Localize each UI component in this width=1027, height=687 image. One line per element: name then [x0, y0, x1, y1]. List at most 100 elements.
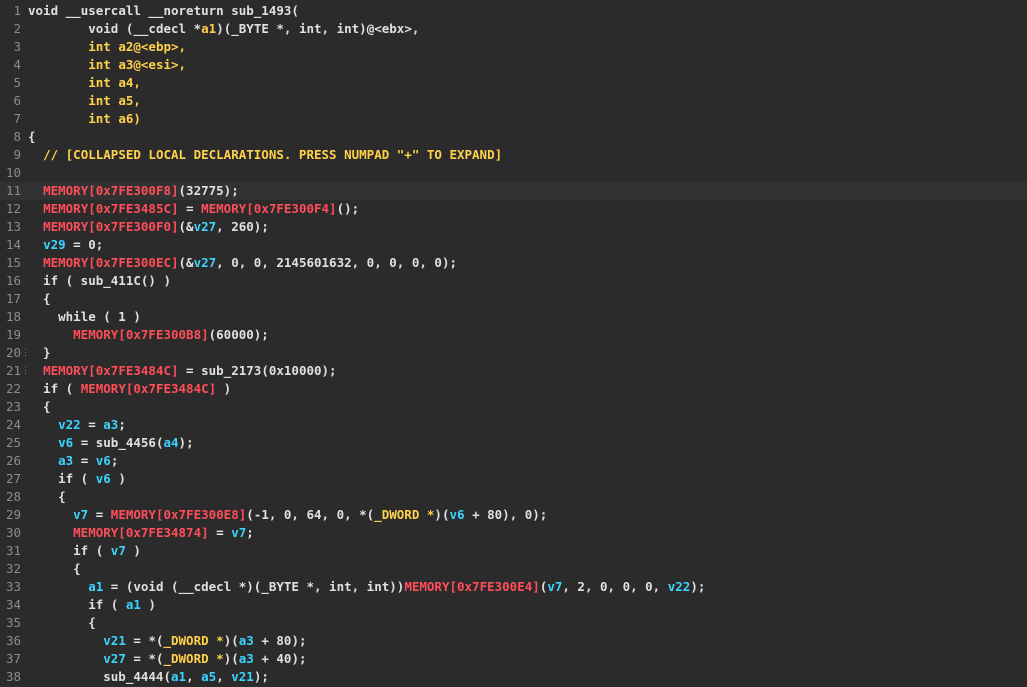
gutter-marker: ⋮ [21, 366, 30, 376]
code-token: + 40); [253, 651, 307, 666]
code-line[interactable]: 3 int a2@<ebp>, [0, 38, 1027, 56]
line-number: 29 [5, 507, 21, 522]
code-text: MEMORY[0x7FE3484C] = sub_2173(0x10000); [28, 362, 337, 380]
code-line[interactable]: 32 { [0, 560, 1027, 578]
code-token: _DWORD * [163, 651, 224, 666]
code-line[interactable]: 8{ [0, 128, 1027, 146]
code-line[interactable]: 37 v27 = *(_DWORD *)(a3 + 40); [0, 650, 1027, 668]
code-line[interactable]: 24 v22 = a3; [0, 416, 1027, 434]
code-token: { [28, 489, 66, 504]
code-token: v7 [110, 543, 126, 558]
code-text: if ( MEMORY[0x7FE3484C] ) [28, 380, 231, 398]
code-line[interactable]: 23 { [0, 398, 1027, 416]
code-line[interactable]: 26 a3 = v6; [0, 452, 1027, 470]
code-token: (32775); [178, 183, 239, 198]
code-line[interactable]: 11 MEMORY[0x7FE300F8](32775); [0, 182, 1027, 200]
code-line[interactable]: 20 ⋮ } [0, 344, 1027, 362]
code-line[interactable]: 7 int a6) [0, 110, 1027, 128]
code-line[interactable]: 19 MEMORY[0x7FE300B8](60000); [0, 326, 1027, 344]
code-token: + 80); [253, 633, 307, 648]
code-line[interactable]: 9 // [COLLAPSED LOCAL DECLARATIONS. PRES… [0, 146, 1027, 164]
code-line[interactable]: 13 MEMORY[0x7FE300F0](&v27, 260); [0, 218, 1027, 236]
code-line[interactable]: 30 MEMORY[0x7FE34874] = v7; [0, 524, 1027, 542]
code-token: a3 [238, 651, 254, 666]
code-line[interactable]: 36 v21 = *(_DWORD *)(a3 + 80); [0, 632, 1027, 650]
code-token: = sub_4456( [73, 435, 164, 450]
code-token: ) [125, 543, 141, 558]
pseudocode-view[interactable]: 1 void __usercall __noreturn sub_1493(2 v… [0, 0, 1027, 687]
code-line[interactable]: 5 int a4, [0, 74, 1027, 92]
code-token: v27 [193, 219, 217, 234]
code-line[interactable]: 29 v7 = MEMORY[0x7FE300E8](-1, 0, 64, 0,… [0, 506, 1027, 524]
code-token: ; [110, 453, 119, 468]
code-token: if ( sub_411C() ) [28, 273, 171, 288]
code-token: ) [110, 471, 126, 486]
code-token: a3 [58, 453, 74, 468]
code-line[interactable]: 35 { [0, 614, 1027, 632]
code-token: a4 [163, 435, 179, 450]
code-text: MEMORY[0x7FE300F8](32775); [28, 182, 239, 200]
code-line[interactable]: 4 int a3@<esi>, [0, 56, 1027, 74]
code-line[interactable]: 33 a1 = (void (__cdecl *)(_BYTE *, int, … [0, 578, 1027, 596]
code-line[interactable]: 14 v29 = 0; [0, 236, 1027, 254]
code-line[interactable]: 10 [0, 164, 1027, 182]
code-line[interactable]: 17 { [0, 290, 1027, 308]
line-number: 10 [5, 165, 21, 180]
code-line[interactable]: 28 { [0, 488, 1027, 506]
code-line[interactable]: 21 ⋮ MEMORY[0x7FE3484C] = sub_2173(0x1000… [0, 362, 1027, 380]
code-text: v29 = 0; [28, 236, 103, 254]
code-token: if ( [28, 543, 111, 558]
code-text: void __usercall __noreturn sub_1493( [28, 2, 299, 20]
code-token: a1 [171, 669, 187, 684]
code-token: , [186, 669, 202, 684]
code-text: v27 = *(_DWORD *)(a3 + 40); [28, 650, 307, 668]
line-number: 19 [5, 327, 21, 342]
code-line[interactable]: 31 if ( v7 ) [0, 542, 1027, 560]
code-token: ); [253, 669, 269, 684]
code-token: sub_4444( [28, 669, 171, 684]
code-token: v21 [103, 633, 126, 648]
code-token: ); [178, 435, 194, 450]
code-token: = *( [125, 651, 164, 666]
line-number: 25 [5, 435, 21, 450]
code-line[interactable]: 38 sub_4444(a1, a5, v21); [0, 668, 1027, 686]
code-line[interactable]: 6 int a5, [0, 92, 1027, 110]
code-line[interactable]: 1 void __usercall __noreturn sub_1493( [0, 2, 1027, 20]
code-token: MEMORY[0x7FE3484C] [43, 363, 179, 378]
line-number: 13 [5, 219, 21, 234]
code-line[interactable]: 15 MEMORY[0x7FE300EC](&v27, 0, 0, 214560… [0, 254, 1027, 272]
code-line[interactable]: 27 if ( v6 ) [0, 470, 1027, 488]
line-number: 38 [5, 669, 21, 684]
code-token: MEMORY[0x7FE300F0] [43, 219, 179, 234]
code-token: )( [434, 507, 450, 522]
code-token: { [28, 129, 36, 144]
code-line[interactable]: 16 if ( sub_411C() ) [0, 272, 1027, 290]
code-line[interactable]: 34 if ( a1 ) [0, 596, 1027, 614]
code-token: a5 [201, 669, 217, 684]
code-token: MEMORY[0x7FE300E8] [110, 507, 247, 522]
line-number: 34 [5, 597, 21, 612]
code-token: v22 [58, 417, 81, 432]
code-line[interactable]: 18 while ( 1 ) [0, 308, 1027, 326]
code-line[interactable]: 2 void (__cdecl *a1)(_BYTE *, int, int)@… [0, 20, 1027, 38]
code-token: (-1, 0, 64, 0, *( [246, 507, 375, 522]
code-text: v7 = MEMORY[0x7FE300E8](-1, 0, 64, 0, *(… [28, 506, 547, 524]
code-text: int a2@<ebp>, [28, 38, 186, 56]
code-token: { [28, 561, 81, 576]
code-line[interactable]: 22 if ( MEMORY[0x7FE3484C] ) [0, 380, 1027, 398]
code-token: v6 [58, 435, 74, 450]
line-number: 9 [13, 147, 21, 162]
code-line[interactable]: 12 MEMORY[0x7FE3485C] = MEMORY[0x7FE300F… [0, 200, 1027, 218]
code-text: // [COLLAPSED LOCAL DECLARATIONS. PRESS … [28, 146, 502, 164]
code-text: { [28, 560, 81, 578]
code-line[interactable]: 25 v6 = sub_4456(a4); [0, 434, 1027, 452]
code-token: v27 [103, 651, 126, 666]
